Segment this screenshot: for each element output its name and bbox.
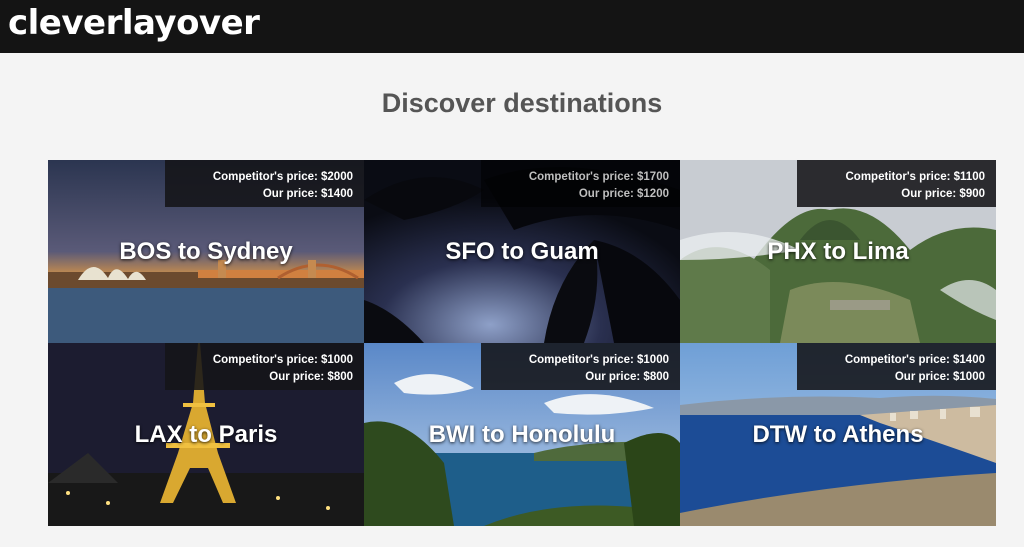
- destination-card-athens[interactable]: Competitor's price: $1400 Our price: $10…: [680, 343, 996, 526]
- price-box: Competitor's price: $1400 Our price: $10…: [797, 343, 996, 390]
- top-bar: cleverlayover: [0, 0, 1024, 53]
- brand-logo[interactable]: cleverlayover: [8, 3, 260, 43]
- route-label: LAX to Paris: [134, 421, 278, 448]
- our-price: Our price: $800: [269, 371, 353, 383]
- our-price: Our price: $1200: [578, 188, 669, 200]
- competitor-price: Competitor's price: $2000: [212, 171, 353, 183]
- competitor-price: Competitor's price: $1100: [845, 171, 985, 183]
- competitor-price: Competitor's price: $1000: [528, 354, 669, 366]
- price-box: Competitor's price: $1700 Our price: $12…: [481, 160, 680, 207]
- our-price: Our price: $1000: [894, 371, 985, 383]
- destination-card-sydney[interactable]: Competitor's price: $2000 Our price: $14…: [48, 160, 364, 343]
- price-box: Competitor's price: $1000 Our price: $80…: [481, 343, 680, 390]
- route-label: DTW to Athens: [752, 421, 924, 448]
- competitor-price: Competitor's price: $1400: [844, 354, 985, 366]
- our-price: Our price: $1400: [262, 188, 353, 200]
- route-label: BWI to Honolulu: [428, 421, 616, 448]
- destination-card-lima[interactable]: Competitor's price: $1100 Our price: $90…: [680, 160, 996, 343]
- destinations-grid: Competitor's price: $2000 Our price: $14…: [48, 160, 996, 526]
- route-label: PHX to Lima: [767, 238, 909, 265]
- our-price: Our price: $900: [901, 188, 985, 200]
- page-title: Discover destinations: [381, 88, 663, 118]
- destination-card-honolulu[interactable]: Competitor's price: $1000 Our price: $80…: [364, 343, 680, 526]
- our-price: Our price: $800: [585, 371, 669, 383]
- competitor-price: Competitor's price: $1700: [528, 171, 669, 183]
- price-box: Competitor's price: $1100 Our price: $90…: [797, 160, 996, 207]
- destination-card-paris[interactable]: Competitor's price: $1000 Our price: $80…: [48, 343, 364, 526]
- price-box: Competitor's price: $2000 Our price: $14…: [165, 160, 364, 207]
- destination-card-guam[interactable]: Competitor's price: $1700 Our price: $12…: [364, 160, 680, 343]
- competitor-price: Competitor's price: $1000: [212, 354, 353, 366]
- route-label: BOS to Sydney: [119, 238, 293, 265]
- route-label: SFO to Guam: [445, 238, 599, 265]
- price-box: Competitor's price: $1000 Our price: $80…: [165, 343, 364, 390]
